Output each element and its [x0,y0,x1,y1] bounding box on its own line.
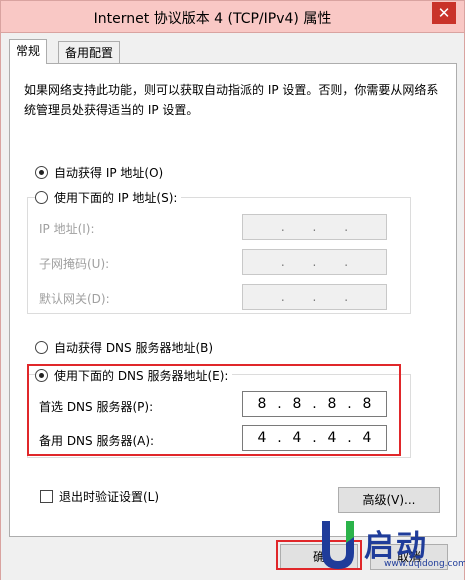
auto-ip-label: 自动获得 IP 地址(O) [54,166,164,180]
tab-alternate-config[interactable]: 备用配置 [58,41,121,63]
validate-option[interactable]: 退出时验证设置(L) [40,488,159,505]
advanced-button[interactable]: 高级(V)... [338,487,440,513]
default-gateway-input: ... [242,284,387,310]
preferred-dns-label: 首选 DNS 服务器(P): [39,400,154,414]
subnet-mask-label: 子网掩码(U): [39,257,110,271]
u-logo-icon [322,521,354,569]
auto-dns-radio[interactable] [35,341,48,354]
description-text: 如果网络支持此功能，则可以获取自动指派的 IP 设置。否则，你需要从网络系统管理… [24,83,439,117]
auto-dns-option[interactable]: 自动获得 DNS 服务器地址(B) [35,339,213,356]
window-title: Internet 协议版本 4 (TCP/IPv4) 属性 [93,11,332,27]
title-bar[interactable]: Internet 协议版本 4 (TCP/IPv4) 属性 ✕ [0,0,465,33]
manual-ip-option[interactable]: 使用下面的 IP 地址(S): [35,189,182,206]
auto-ip-option[interactable]: 自动获得 IP 地址(O) [35,164,163,181]
manual-dns-option[interactable]: 使用下面的 DNS 服务器地址(E): [35,367,233,384]
validate-checkbox[interactable] [40,490,53,503]
manual-dns-label: 使用下面的 DNS 服务器地址(E): [54,369,229,383]
validate-label: 退出时验证设置(L) [59,490,160,504]
tab-general[interactable]: 常规 [9,39,48,64]
close-button[interactable]: ✕ [432,2,456,24]
preferred-dns-input[interactable]: 8.8.8.8 [242,391,387,417]
manual-dns-radio[interactable] [35,369,48,382]
manual-ip-label: 使用下面的 IP 地址(S): [54,191,178,205]
uqidong-watermark-logo: 启动 www.uqidong.com [316,517,465,577]
auto-ip-radio[interactable] [35,166,48,179]
alternate-dns-label: 备用 DNS 服务器(A): [39,434,155,448]
subnet-mask-input: ... [242,249,387,275]
ip-address-label: IP 地址(I): [39,222,95,236]
watermark-url: www.uqidong.com [384,559,465,569]
alternate-dns-input[interactable]: 4.4.4.4 [242,425,387,451]
manual-ip-radio[interactable] [35,191,48,204]
auto-dns-label: 自动获得 DNS 服务器地址(B) [54,341,214,355]
ip-address-input: ... [242,214,387,240]
default-gateway-label: 默认网关(D): [39,292,110,306]
